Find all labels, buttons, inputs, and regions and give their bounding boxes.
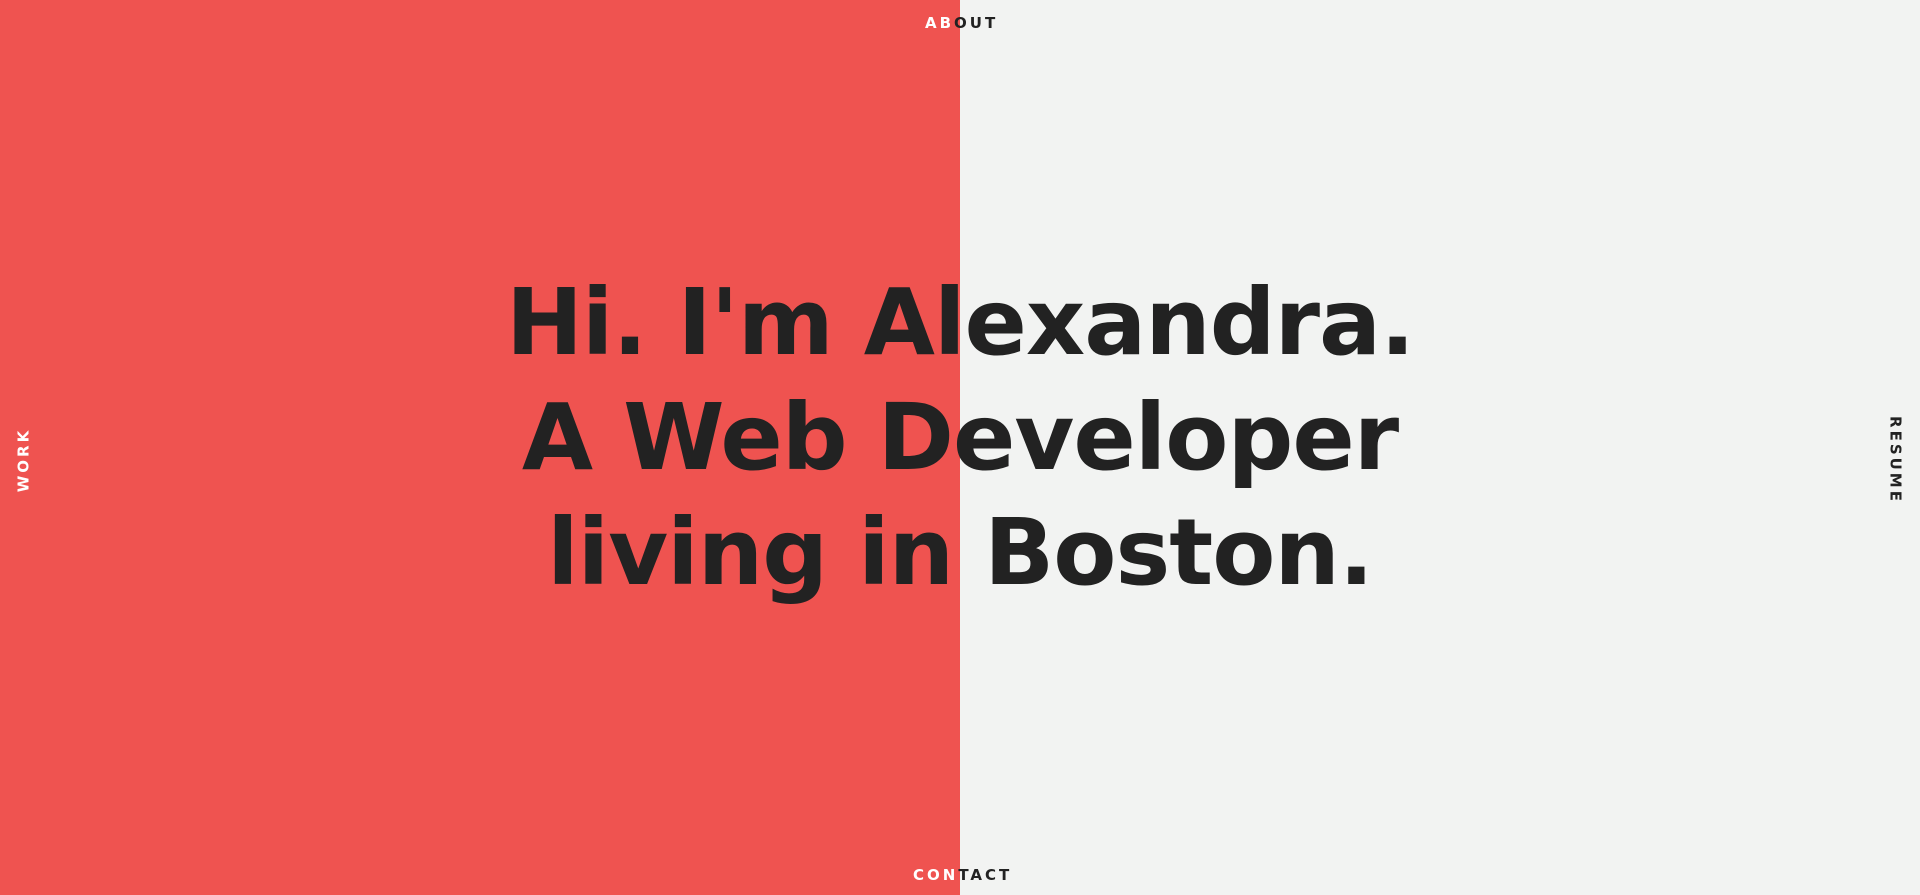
- nav-about-link[interactable]: ABOUT: [925, 16, 998, 31]
- hero-line-2: A Web Developer: [521, 384, 1399, 491]
- hero-headline: Hi. I'm Alexandra. A Web Developer livin…: [0, 265, 1920, 610]
- hero-line-3: living in Boston.: [547, 499, 1374, 606]
- nav-about-label-part-2: OUT: [954, 14, 999, 32]
- nav-contact-link[interactable]: CONTACT: [913, 868, 1012, 883]
- nav-about-label-part-1: AB: [925, 14, 955, 32]
- hero-line-1: Hi. I'm Alexandra.: [505, 269, 1415, 376]
- nav-contact-label-part-1: CON: [913, 866, 959, 884]
- nav-contact-label-part-2: TACT: [958, 866, 1013, 884]
